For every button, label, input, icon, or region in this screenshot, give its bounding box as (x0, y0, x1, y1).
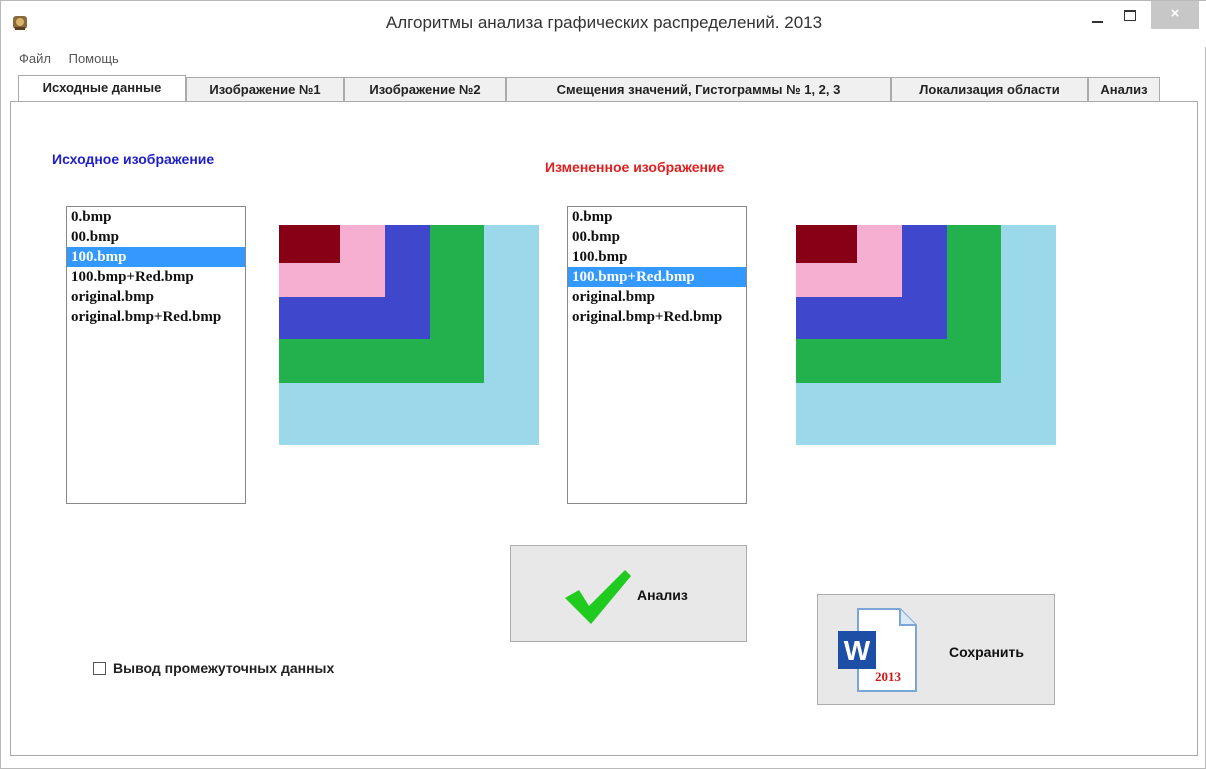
list-item[interactable]: original.bmp (568, 287, 746, 307)
list-item[interactable]: 100.bmp+Red.bmp (67, 267, 245, 287)
intermediate-data-label: Вывод промежуточных данных (113, 660, 335, 676)
menu-bar: Файл Помощь (9, 48, 123, 70)
save-button[interactable]: W 2013 Сохранить (817, 594, 1055, 705)
maximize-button[interactable] (1115, 1, 1145, 29)
tab-image-1[interactable]: Изображение №1 (186, 77, 344, 101)
tab-source-data[interactable]: Исходные данные (18, 75, 186, 101)
tab-analysis[interactable]: Анализ (1088, 77, 1160, 101)
tab-offsets-histograms[interactable]: Смещения значений, Гистограммы № 1, 2, 3 (506, 77, 891, 101)
list-item-selected[interactable]: 100.bmp+Red.bmp (568, 267, 746, 287)
intermediate-data-checkbox[interactable] (93, 662, 106, 675)
source-file-list[interactable]: 0.bmp 00.bmp 100.bmp 100.bmp+Red.bmp ori… (66, 206, 246, 504)
modified-image-preview (796, 225, 1056, 445)
word-icon-letter: W (844, 635, 871, 666)
modified-file-list[interactable]: 0.bmp 00.bmp 100.bmp 100.bmp+Red.bmp ori… (567, 206, 747, 504)
menu-help[interactable]: Помощь (69, 48, 119, 70)
checkmark-icon (565, 570, 631, 624)
dark-red-region (796, 225, 857, 263)
source-image-preview (279, 225, 539, 445)
app-window: Алгоритмы анализа графических распределе… (0, 0, 1206, 769)
list-item[interactable]: original.bmp+Red.bmp (67, 307, 245, 327)
list-item[interactable]: 100.bmp (568, 247, 746, 267)
tab-image-2[interactable]: Изображение №2 (344, 77, 506, 101)
list-item[interactable]: original.bmp+Red.bmp (568, 307, 746, 327)
minimize-button[interactable] (1085, 1, 1111, 29)
menu-file[interactable]: Файл (19, 48, 51, 70)
list-item[interactable]: 0.bmp (67, 207, 245, 227)
list-item-selected[interactable]: 100.bmp (67, 247, 245, 267)
list-item[interactable]: 00.bmp (67, 227, 245, 247)
word-document-icon: W 2013 (838, 608, 917, 692)
word-icon-year: 2013 (875, 669, 902, 684)
save-button-label: Сохранить (949, 644, 1024, 660)
analyze-button-label: Анализ (637, 587, 688, 603)
list-item[interactable]: original.bmp (67, 287, 245, 307)
dark-red-region (279, 225, 340, 263)
list-item[interactable]: 00.bmp (568, 227, 746, 247)
close-button[interactable]: × (1151, 1, 1199, 29)
tab-area-localization[interactable]: Локализация области (891, 77, 1088, 101)
analyze-button[interactable]: Анализ (510, 545, 747, 642)
source-image-caption: Исходное изображение (52, 151, 215, 167)
window-title: Алгоритмы анализа графических распределе… (385, 13, 823, 32)
list-item[interactable]: 0.bmp (568, 207, 746, 227)
title-bar: Алгоритмы анализа графических распределе… (1, 1, 1206, 47)
modified-image-caption: Измененное изображение (545, 159, 725, 175)
close-icon: × (1170, 5, 1180, 22)
